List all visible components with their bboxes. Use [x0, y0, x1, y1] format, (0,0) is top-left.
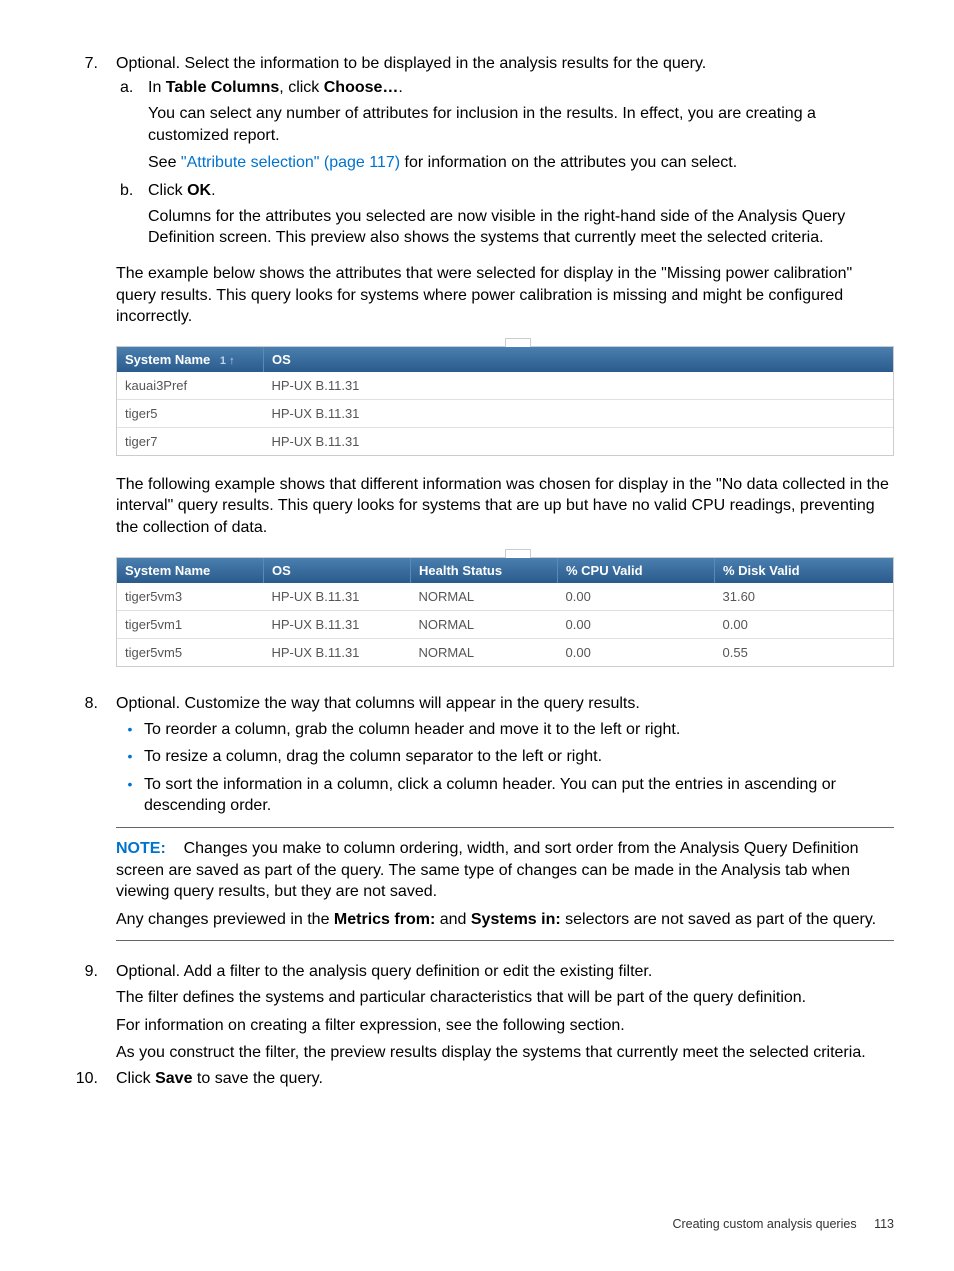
col-os[interactable]: OS: [264, 558, 411, 583]
table-1: System Name 1 ↑ OS kauai3PrefHP-UX B.11.…: [116, 346, 894, 456]
substep-a-p1: You can select any number of attributes …: [148, 103, 894, 146]
step-number: 10.: [60, 1070, 116, 1088]
sort-indicator-icon: 1 ↑: [220, 355, 235, 367]
step-intro: Optional. Add a filter to the analysis q…: [116, 963, 894, 981]
step-9: 9. Optional. Add a filter to the analysi…: [60, 963, 894, 1064]
page-number: 113: [874, 1217, 894, 1231]
substep-b-line: Click OK.: [148, 182, 894, 200]
step-8: 8. Optional. Customize the way that colu…: [60, 695, 894, 960]
table-row: kauai3PrefHP-UX B.11.31: [117, 372, 893, 400]
table-row: tiger5HP-UX B.11.31: [117, 399, 893, 427]
substep-b: b. Click OK. Columns for the attributes …: [116, 182, 894, 249]
step9-p1: The filter defines the systems and parti…: [116, 987, 894, 1009]
step9-p3: As you construct the filter, the preview…: [116, 1042, 894, 1064]
substep-a-p2: See "Attribute selection" (page 117) for…: [148, 152, 894, 174]
table-2: System Name OS Health Status % CPU Valid…: [116, 557, 894, 667]
step-number: 8.: [60, 695, 116, 960]
step-intro: Optional. Select the information to be d…: [116, 55, 894, 73]
page-footer: Creating custom analysis queries 113: [672, 1217, 894, 1231]
table-row: tiger5vm1HP-UX B.11.31NORMAL0.000.00: [117, 610, 893, 638]
list-item: •To sort the information in a column, cl…: [116, 774, 894, 817]
table-row: tiger5vm5HP-UX B.11.31NORMAL0.000.55: [117, 638, 893, 666]
col-system-name[interactable]: System Name 1 ↑: [117, 347, 264, 372]
attribute-selection-link[interactable]: "Attribute selection" (page 117): [181, 154, 400, 171]
col-disk-valid[interactable]: % Disk Valid: [715, 558, 894, 583]
note-p2: Any changes previewed in the Metrics fro…: [116, 909, 894, 931]
step9-p2: For information on creating a filter exp…: [116, 1015, 894, 1037]
step-number: 7.: [60, 55, 116, 685]
bullet-icon: •: [116, 774, 144, 817]
table-row: tiger5vm3HP-UX B.11.31NORMAL0.0031.60: [117, 583, 893, 611]
substep-b-p1: Columns for the attributes you selected …: [148, 206, 894, 249]
table-row: tiger7HP-UX B.11.31: [117, 427, 893, 455]
substep-a-line: In Table Columns, click Choose….: [148, 79, 894, 97]
list-item: •To resize a column, drag the column sep…: [116, 746, 894, 768]
example-intro-1: The example below shows the attributes t…: [116, 263, 894, 328]
col-health-status[interactable]: Health Status: [411, 558, 558, 583]
col-system-name[interactable]: System Name: [117, 558, 264, 583]
step-10: 10. Click Save to save the query.: [60, 1070, 894, 1088]
footer-text: Creating custom analysis queries: [672, 1217, 856, 1231]
table-handle: [505, 338, 531, 347]
step-7: 7. Optional. Select the information to b…: [60, 55, 894, 685]
step-number: 9.: [60, 963, 116, 1064]
table-handle: [505, 549, 531, 558]
bullet-icon: •: [116, 719, 144, 741]
step-intro: Optional. Customize the way that columns…: [116, 695, 894, 713]
col-os[interactable]: OS: [264, 347, 894, 372]
note-block: NOTE: Changes you make to column orderin…: [116, 827, 894, 941]
list-item: •To reorder a column, grab the column he…: [116, 719, 894, 741]
col-cpu-valid[interactable]: % CPU Valid: [558, 558, 715, 583]
document-page: 7. Optional. Select the information to b…: [0, 0, 954, 1271]
example-intro-2: The following example shows that differe…: [116, 474, 894, 539]
note-label: NOTE:: [116, 840, 166, 857]
substep-a: a. In Table Columns, click Choose…. You …: [116, 79, 894, 174]
bullet-icon: •: [116, 746, 144, 768]
bullet-list: •To reorder a column, grab the column he…: [116, 719, 894, 817]
note-p1: Changes you make to column ordering, wid…: [116, 840, 859, 900]
